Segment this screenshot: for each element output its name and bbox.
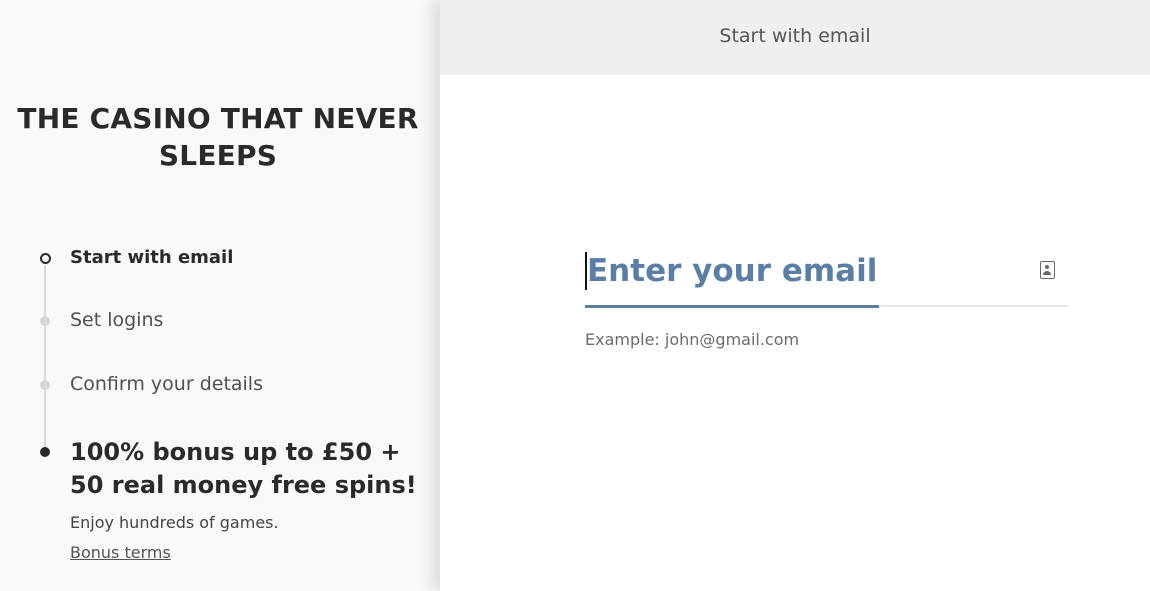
step-indicator-current: [40, 253, 51, 264]
step-start-with-email: Start with email: [70, 247, 234, 268]
step-set-logins: Set logins: [70, 309, 164, 331]
text-caret: [585, 252, 587, 290]
brand-title: THE CASINO THAT NEVER SLEEPS: [17, 102, 419, 172]
bonus-subtitle: Enjoy hundreds of games.: [70, 513, 279, 532]
email-field-underline-active: [585, 305, 879, 308]
bonus-terms-link[interactable]: Bonus terms: [70, 543, 171, 562]
form-header-title: Start with email: [440, 0, 1150, 75]
email-field: [585, 245, 1068, 309]
email-example-hint: Example: john@gmail.com: [585, 330, 800, 349]
contact-card-icon[interactable]: [1040, 261, 1055, 279]
signup-form-panel: Start with email Example: john@gmail.com: [440, 0, 1150, 591]
step-indicator-pending: [40, 380, 50, 390]
bonus-headline: 100% bonus up to £50 + 50 real money fre…: [70, 438, 417, 499]
step-confirm-details: Confirm your details: [70, 373, 263, 395]
bonus-indicator: [40, 447, 50, 457]
stepper-line: [44, 265, 46, 451]
signup-sidebar: THE CASINO THAT NEVER SLEEPS Start with …: [0, 0, 440, 591]
email-input[interactable]: [585, 245, 1025, 297]
step-indicator-pending: [40, 316, 50, 326]
